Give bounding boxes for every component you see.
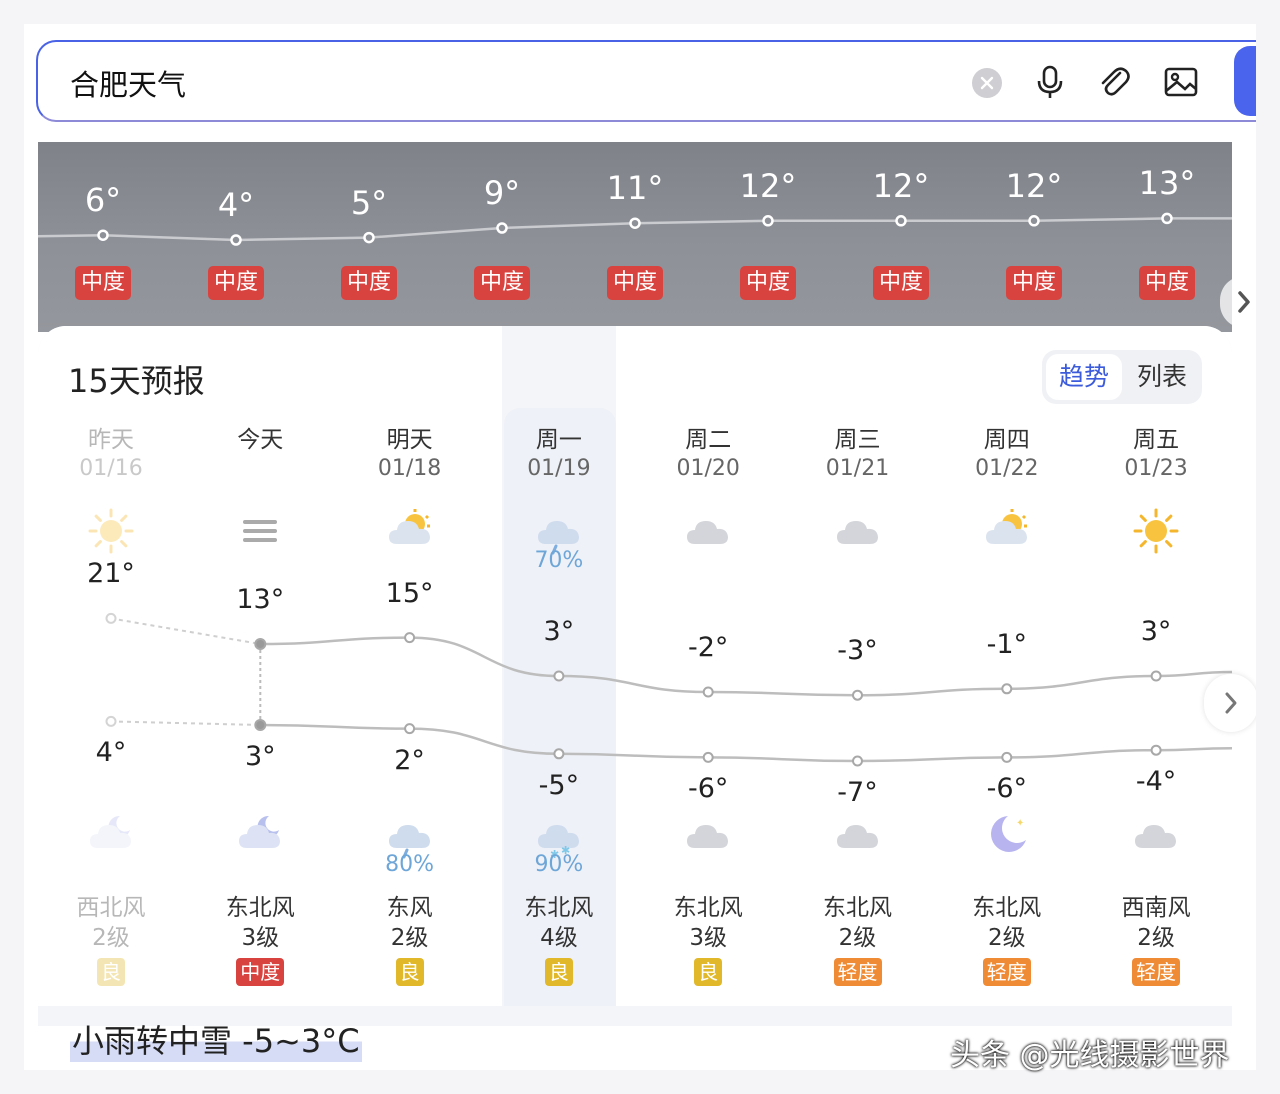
hourly-aqi-badge: 中度	[740, 266, 796, 300]
hourly-temp-label: 6°	[84, 181, 122, 220]
hourly-point	[496, 222, 508, 234]
low-trend-yesterday	[110, 720, 261, 726]
microphone-icon[interactable]	[1032, 64, 1068, 100]
weather-page: 6° 中度 4° 中度 5° 中度 9° 中度 11° 中度 12° 中度 12° 中度 12° 中度 13° 中…	[24, 24, 1256, 1070]
hourly-point	[363, 231, 375, 244]
hourly-temp-label: 4°	[217, 186, 255, 224]
high-point	[553, 670, 565, 682]
hourly-temp-label: 11°	[606, 169, 664, 208]
hourly-temp-label: 12°	[739, 166, 797, 205]
hourly-point	[762, 215, 774, 227]
high-point	[1150, 670, 1162, 682]
low-point	[852, 755, 863, 767]
hourly-temp-label: 12°	[872, 166, 930, 205]
hourly-temp-label: 5°	[350, 183, 388, 222]
hourly-point	[230, 234, 242, 246]
watermark: 头条 @光线摄影世界	[950, 1038, 1230, 1073]
search-input[interactable]	[68, 62, 872, 104]
hourly-aqi-badge: 中度	[341, 266, 397, 300]
low-point	[254, 719, 267, 731]
hourly-aqi-badge: 中度	[873, 266, 929, 300]
hourly-aqi-badge: 中度	[607, 266, 663, 300]
hourly-temp-label: 12°	[1005, 166, 1063, 205]
low-point	[1001, 751, 1013, 763]
high-point	[1001, 683, 1013, 695]
hourly-point	[895, 215, 907, 227]
low-point	[1150, 744, 1162, 756]
hourly-point	[97, 229, 109, 241]
hourly-aqi-badge: 中度	[1006, 266, 1062, 300]
hourly-next-button[interactable]	[1220, 276, 1256, 328]
search-button[interactable]	[1234, 46, 1256, 116]
hourly-point	[629, 217, 641, 229]
hourly-aqi-badge: 中度	[75, 266, 131, 300]
search-bar	[36, 40, 1256, 122]
forecast-next-button[interactable]	[1204, 674, 1256, 732]
attachment-icon[interactable]	[1096, 64, 1132, 100]
hourly-temp-label: 13°	[1138, 164, 1196, 203]
high-point	[702, 686, 714, 698]
weather-summary: 小雨转中雪 -5~3°C	[70, 1016, 362, 1062]
high-point	[404, 632, 416, 644]
high-point	[254, 638, 267, 650]
low-point	[553, 748, 565, 760]
hourly-aqi-badge: 中度	[474, 266, 530, 300]
low-point	[105, 715, 117, 727]
image-search-icon[interactable]	[1163, 64, 1199, 100]
hourly-point	[1161, 212, 1173, 225]
hourly-aqi-badge: 中度	[1139, 266, 1195, 300]
hourly-aqi-badge: 中度	[208, 266, 264, 300]
clear-icon[interactable]	[972, 68, 1002, 98]
high-trend-yesterday	[110, 617, 261, 645]
temperature-trend-chart	[105, 612, 1232, 767]
high-point	[105, 612, 117, 624]
low-point	[702, 751, 714, 763]
hourly-temp-label: 9°	[483, 174, 521, 212]
hourly-strip: 6° 中度 4° 中度 5° 中度 9° 中度 11° 中度 12° 中度 12° 中度 12° 中度 13° 中…	[38, 142, 1256, 332]
high-point	[852, 689, 863, 701]
hourly-point	[1028, 215, 1040, 227]
forecast-panel: 15天预报 趋势 列表 昨天 01/16 西北风 2级良 21° 4° 今天 东北风 3级 中度 1…	[38, 326, 1256, 1026]
high-trend-line	[260, 636, 1232, 697]
low-point	[404, 723, 416, 735]
